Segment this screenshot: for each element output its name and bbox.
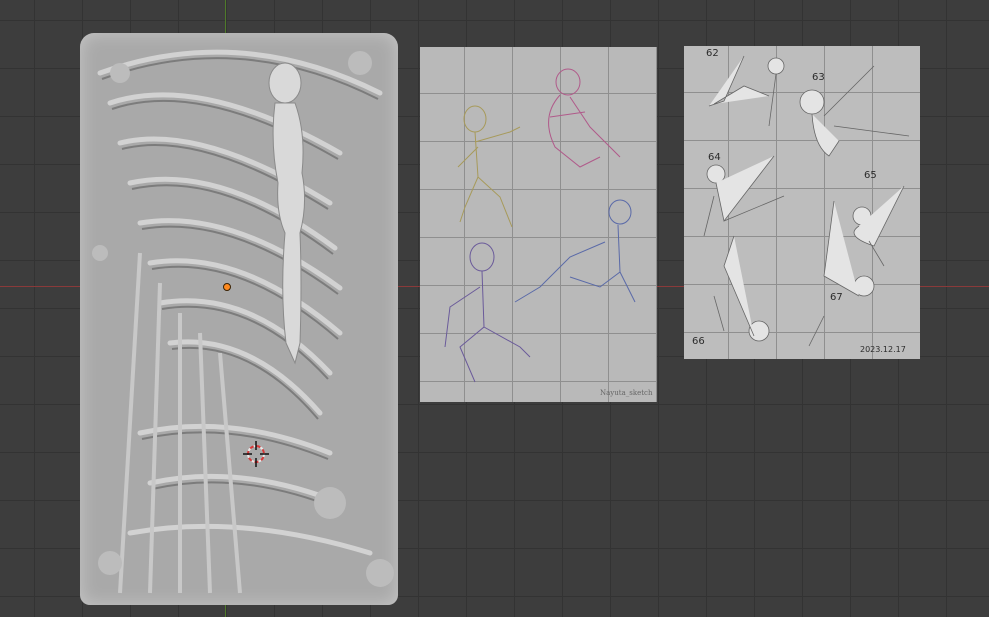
- reference-image-1[interactable]: Nayuta_sketch: [420, 47, 657, 402]
- figure-sketches-icon: [444, 68, 636, 383]
- pose-number-64: 64: [708, 152, 721, 163]
- 3d-cursor-icon[interactable]: [243, 441, 269, 467]
- pose-number-66: 66: [692, 336, 705, 347]
- pose-number-65: 65: [864, 170, 877, 181]
- pose-number-63: 63: [812, 72, 825, 83]
- origin-dot-icon[interactable]: [223, 283, 231, 291]
- relief-detail-icon: [92, 49, 394, 594]
- pose-number-62: 62: [706, 48, 719, 59]
- pose-number-67: 67: [830, 292, 843, 303]
- figure-pose-sketches-icon: [703, 55, 910, 347]
- signature-text: Nayuta_sketch: [600, 389, 653, 397]
- relief-mesh-object[interactable]: [80, 33, 398, 605]
- date-text: 2023.12.17: [860, 345, 906, 354]
- reference-image-2[interactable]: 62 63 64 65 66 67 2023.12.17: [684, 46, 920, 359]
